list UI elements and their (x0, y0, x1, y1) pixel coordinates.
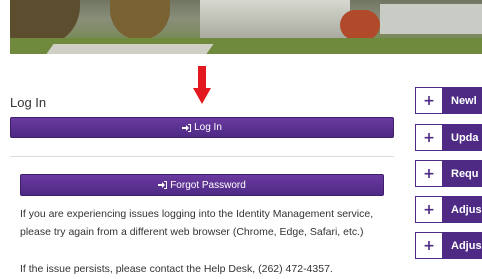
sidebar-item-label: Newl (442, 88, 482, 113)
sidebar-item-label: Adjus (442, 233, 482, 258)
forgot-password-button[interactable]: Forgot Password (20, 174, 384, 196)
plus-icon: + (416, 88, 442, 113)
sidebar-item-requ[interactable]: + Requ (415, 160, 482, 187)
forgot-password-label: Forgot Password (170, 179, 246, 191)
plus-icon: + (416, 197, 442, 222)
sidebar-item-label: Adjus (442, 197, 482, 222)
sidebar-item-adjus-1[interactable]: + Adjus (415, 196, 482, 223)
plus-icon: + (416, 125, 442, 150)
sign-in-icon (182, 123, 192, 132)
divider (10, 156, 394, 157)
sidebar-item-adjus-2[interactable]: + Adjus (415, 232, 482, 259)
arrow-down-icon (193, 66, 211, 104)
sidebar-item-label: Requ (442, 161, 482, 186)
campus-banner-image (10, 0, 482, 54)
login-heading: Log In (10, 95, 47, 110)
browser-issues-text: If you are experiencing issues logging i… (20, 208, 374, 238)
sidebar-item-upda[interactable]: + Upda (415, 124, 482, 151)
login-button[interactable]: Log In (10, 117, 394, 138)
help-desk-text: If the issue persists, please contact th… (20, 263, 333, 275)
plus-icon: + (416, 233, 442, 258)
sidebar-item-newl[interactable]: + Newl (415, 87, 482, 114)
sidebar-item-label: Upda (442, 125, 482, 150)
login-button-label: Log In (194, 122, 222, 133)
sign-in-icon (158, 181, 168, 189)
plus-icon: + (416, 161, 442, 186)
